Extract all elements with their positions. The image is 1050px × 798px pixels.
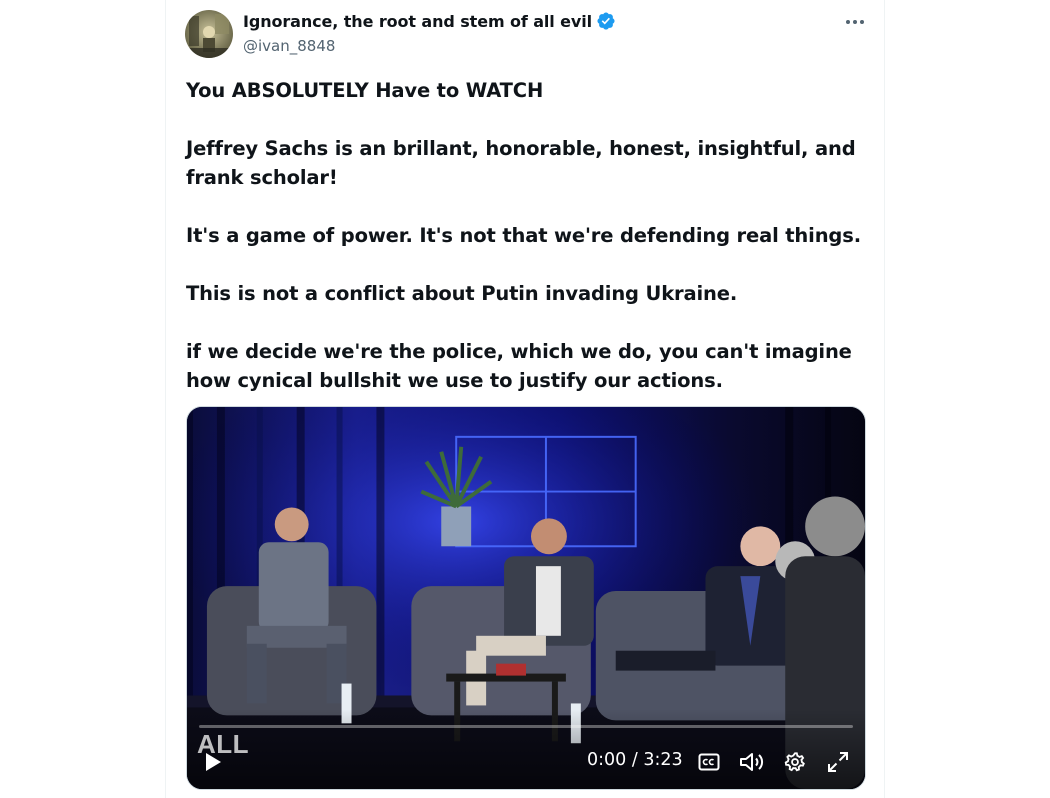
tweet-paragraph: Jeffrey Sachs is an brillant, honorable,…: [186, 137, 856, 189]
play-button[interactable]: [199, 745, 227, 779]
tweet-paragraph: This is not a conflict about Putin invad…: [186, 282, 738, 305]
settings-button[interactable]: [781, 745, 809, 779]
fullscreen-button[interactable]: [824, 745, 852, 779]
author-avatar[interactable]: [185, 10, 233, 58]
more-horizontal-icon: [846, 20, 864, 24]
video-player[interactable]: ALL 0:00 / 3:23: [186, 406, 866, 790]
fullscreen-icon: [828, 752, 848, 772]
avatar-image: [185, 10, 233, 58]
video-time-display: 0:00 / 3:23: [587, 750, 683, 770]
volume-button[interactable]: [737, 745, 767, 779]
author-handle[interactable]: @ivan_8848: [243, 37, 335, 55]
verified-badge-icon[interactable]: [596, 11, 616, 31]
tweet-paragraph: It's a game of power. It's not that we'r…: [186, 224, 861, 247]
video-controls: 0:00 / 3:23: [187, 745, 865, 779]
author-name-row[interactable]: Ignorance, the root and stem of all evil: [243, 11, 616, 31]
gear-icon: [784, 752, 805, 772]
tweet-paragraph: You ABSOLUTELY Have to WATCH: [186, 79, 544, 102]
page: Ignorance, the root and stem of all evil…: [0, 0, 1050, 798]
author-display-name[interactable]: Ignorance, the root and stem of all evil: [243, 12, 592, 31]
closed-captions-icon: [698, 753, 720, 771]
tweet-column: Ignorance, the root and stem of all evil…: [165, 0, 885, 798]
play-icon: [206, 753, 221, 771]
video-progress-bar[interactable]: [199, 725, 853, 728]
tweet-text: You ABSOLUTELY Have to WATCH Jeffrey Sac…: [186, 76, 866, 395]
volume-icon: [740, 753, 764, 771]
closed-captions-button[interactable]: [696, 745, 722, 779]
tweet-paragraph: if we decide we're the police, which we …: [186, 340, 852, 392]
more-options-button[interactable]: [840, 10, 870, 34]
